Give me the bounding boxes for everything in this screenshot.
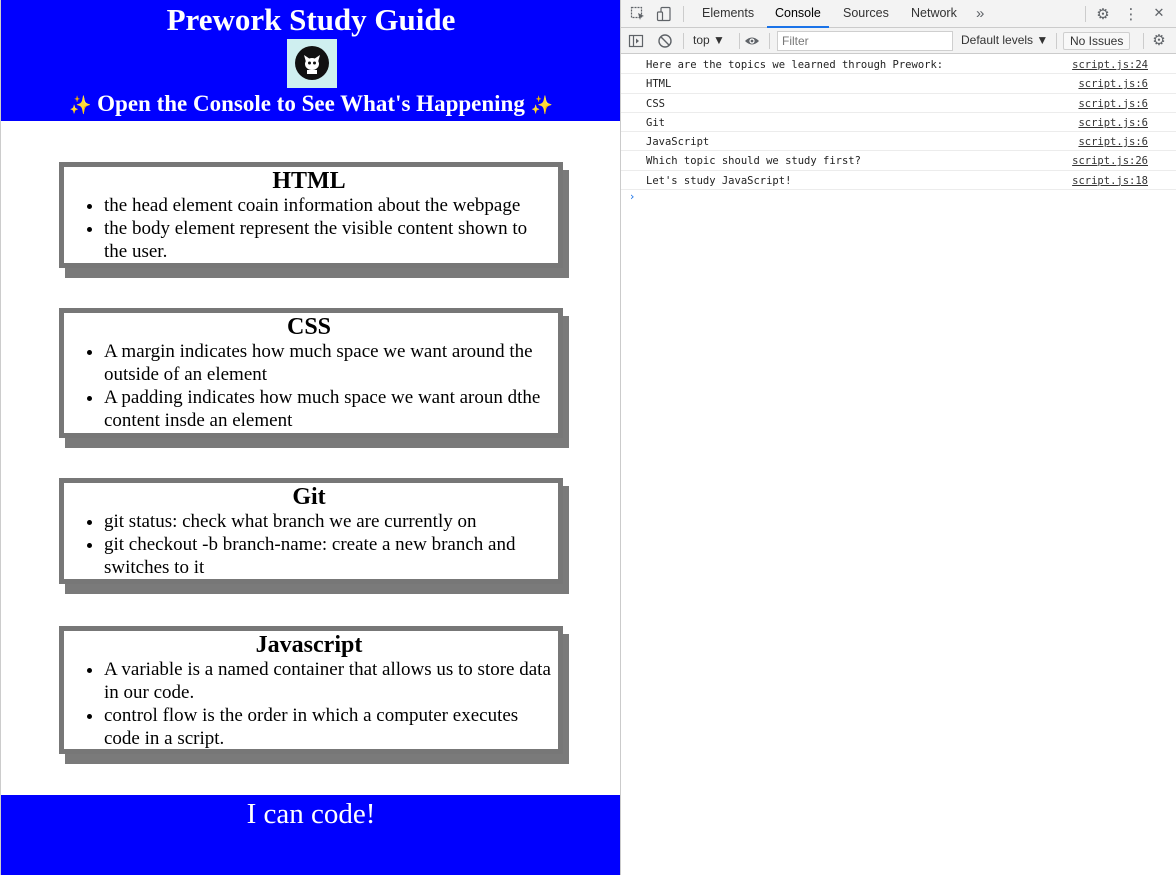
section-heading: Git	[292, 484, 326, 510]
console-message: Git	[646, 116, 665, 129]
console-row: HTML script.js:6	[621, 74, 1176, 94]
console-row: Here are the topics we learned through P…	[621, 55, 1176, 75]
webpage-viewport: Prework Study Guide ✨ Open the Console t…	[0, 0, 620, 875]
divider	[1143, 33, 1144, 49]
page-header: Prework Study Guide ✨ Open the Console t…	[1, 0, 620, 121]
log-levels-dropdown[interactable]: Default levels ▼	[961, 33, 1048, 47]
tab-network[interactable]: Network	[911, 0, 957, 28]
tab-sources[interactable]: Sources	[843, 0, 889, 28]
console-message: Here are the topics we learned through P…	[646, 59, 944, 71]
subtitle: ✨ Open the Console to See What's Happeni…	[1, 89, 620, 121]
tab-elements[interactable]: Elements	[702, 0, 754, 28]
context-selector[interactable]: top ▼	[693, 33, 725, 47]
device-toolbar-icon[interactable]	[656, 6, 672, 22]
sparkles-icon: ✨	[530, 95, 554, 116]
more-vert-icon[interactable]: ⋮	[1123, 6, 1139, 22]
console-message: JavaScript	[646, 136, 710, 149]
source-link[interactable]: script.js:6	[1078, 95, 1148, 113]
console-message: Let's study JavaScript!	[646, 174, 792, 187]
footer-text: I can code!	[246, 798, 376, 830]
console-row: JavaScript script.js:6	[621, 132, 1176, 152]
section-card-git: Git git status: check what branch we are…	[59, 478, 563, 584]
eye-icon[interactable]	[744, 33, 760, 49]
source-link[interactable]: script.js:6	[1078, 133, 1148, 151]
filter-input[interactable]	[777, 31, 953, 51]
issues-button[interactable]: No Issues	[1063, 32, 1131, 50]
console-prompt-icon[interactable]: ›	[630, 190, 634, 203]
devtools-tab-bar: Elements Console Sources Network » ⚙ ⋮ ✕	[621, 0, 1176, 28]
topic-list: the head element coain information about…	[64, 194, 554, 263]
close-icon[interactable]: ✕	[1151, 6, 1167, 22]
source-link[interactable]: script.js:26	[1072, 152, 1148, 170]
list-item: git status: check what branch we are cur…	[104, 510, 554, 533]
page-title: Prework Study Guide	[166, 2, 456, 37]
list-item: the head element coain information about…	[104, 194, 554, 217]
console-log-list: Here are the topics we learned through P…	[621, 55, 1176, 191]
settings-gear-icon[interactable]: ⚙	[1095, 6, 1111, 22]
devtools-panel: Elements Console Sources Network » ⚙ ⋮ ✕…	[620, 0, 1176, 875]
console-message: Which topic should we study first?	[646, 155, 861, 168]
divider	[1085, 6, 1086, 22]
divider	[683, 33, 684, 49]
topic-list: A variable is a named container that all…	[64, 658, 554, 750]
section-heading: Javascript	[255, 632, 363, 658]
cat-logo-icon	[295, 46, 329, 80]
section-heading: HTML	[272, 168, 346, 194]
console-row: Let's study JavaScript! script.js:18	[621, 171, 1176, 191]
list-item: A margin indicates how much space we wan…	[104, 340, 554, 386]
section-card-html: HTML the head element coain information …	[59, 162, 563, 268]
console-row: Git script.js:6	[621, 113, 1176, 133]
sidebar-toggle-icon[interactable]	[628, 33, 644, 49]
topic-list: git status: check what branch we are cur…	[64, 510, 554, 579]
more-tabs-icon[interactable]: »	[976, 0, 984, 28]
section-heading: CSS	[286, 314, 332, 340]
list-item: A padding indicates how much space we wa…	[104, 386, 554, 432]
console-message: HTML	[646, 78, 672, 91]
console-settings-icon[interactable]: ⚙	[1151, 32, 1167, 48]
page-footer: I can code!	[1, 795, 620, 875]
source-link[interactable]: script.js:6	[1078, 75, 1148, 93]
divider	[1056, 33, 1057, 49]
divider	[739, 33, 740, 49]
tab-console[interactable]: Console	[767, 0, 829, 28]
logo-image	[287, 39, 337, 88]
list-item: A variable is a named container that all…	[104, 658, 554, 704]
divider	[769, 33, 770, 49]
inspect-element-icon[interactable]	[630, 6, 646, 22]
sparkles-icon: ✨	[68, 95, 92, 116]
topic-list: A margin indicates how much space we wan…	[64, 340, 554, 432]
source-link[interactable]: script.js:24	[1072, 56, 1148, 74]
source-link[interactable]: script.js:18	[1072, 172, 1148, 190]
clear-console-icon[interactable]	[657, 33, 673, 49]
console-toolbar: top ▼ Default levels ▼ No Issues ⚙	[621, 28, 1176, 54]
list-item: git checkout -b branch-name: create a ne…	[104, 533, 554, 579]
console-row: CSS script.js:6	[621, 94, 1176, 113]
list-item: the body element represent the visible c…	[104, 217, 554, 263]
console-row: Which topic should we study first? scrip…	[621, 151, 1176, 171]
subtitle-text: Open the Console to See What's Happening	[97, 91, 525, 116]
list-item: control flow is the order in which a com…	[104, 704, 554, 750]
divider	[683, 6, 684, 22]
section-card-css: CSS A margin indicates how much space we…	[59, 308, 563, 438]
section-card-javascript: Javascript A variable is a named contain…	[59, 626, 563, 754]
console-message: CSS	[646, 97, 665, 110]
source-link[interactable]: script.js:6	[1078, 114, 1148, 132]
